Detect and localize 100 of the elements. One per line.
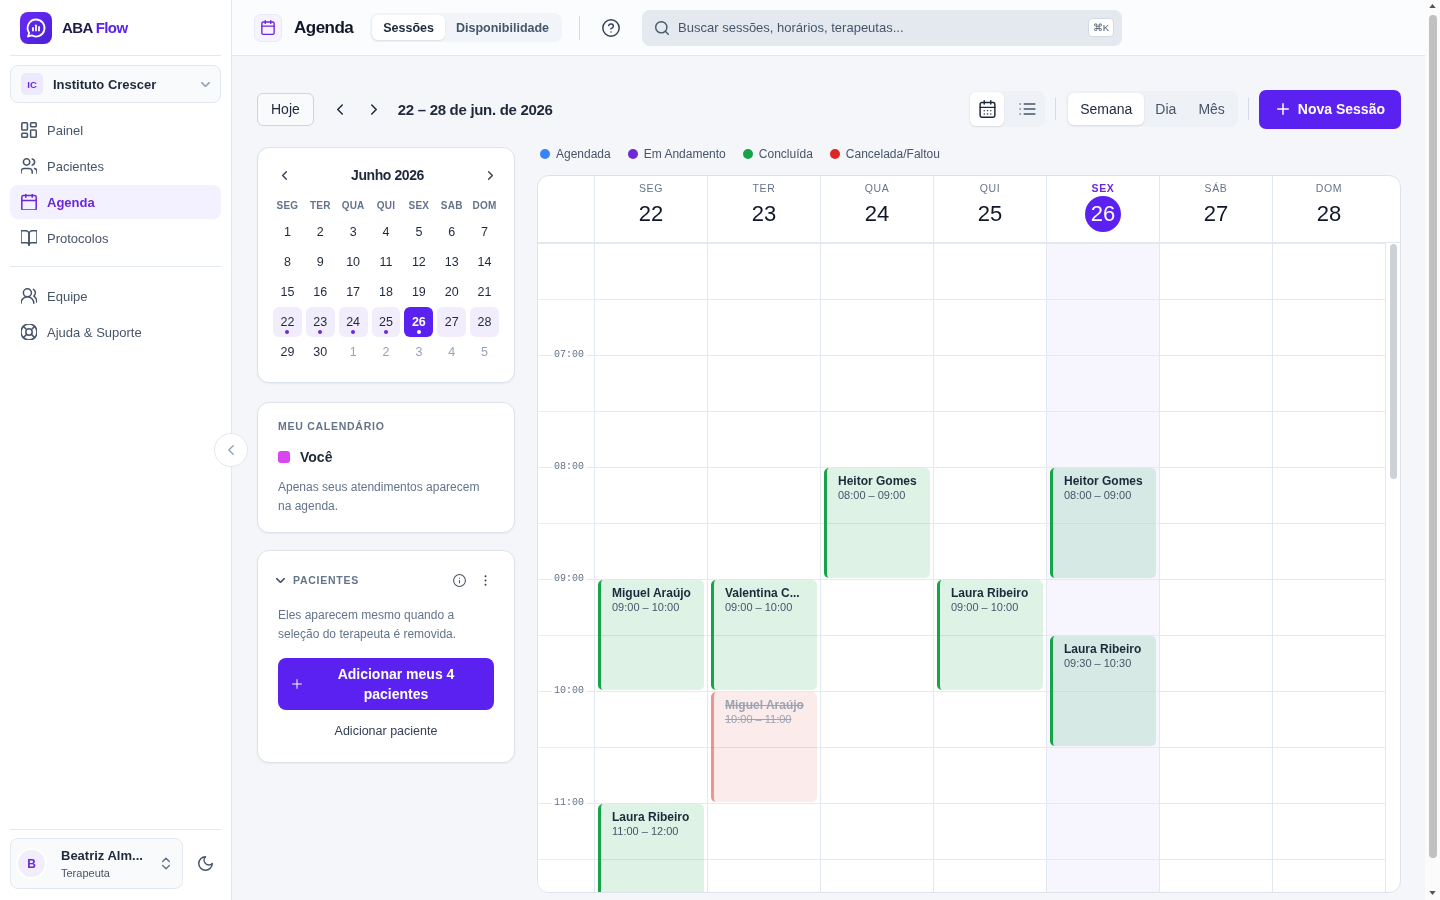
weekday-label: QUA (340, 199, 366, 213)
calendar-day[interactable]: 16 (305, 277, 335, 307)
chevron-left-icon[interactable] (282, 170, 287, 180)
calendar-day[interactable]: 12 (404, 247, 434, 277)
weekday-label: TER (752, 182, 776, 195)
add-patients-button[interactable]: Adicionar meus 4 pacientes (278, 658, 494, 710)
organization-selector[interactable]: IC Instituto Crescer (10, 65, 221, 103)
calendar-day[interactable]: 28 (470, 307, 499, 337)
calendar-day[interactable]: 27 (437, 307, 467, 337)
session-event[interactable]: Laura Ribeiro 11:00 – 12:00 (598, 804, 704, 892)
users-icon (21, 288, 37, 304)
tab[interactable]: Sessões (372, 15, 445, 40)
logo-icon (20, 11, 52, 44)
tab[interactable]: Disponibilidade (445, 15, 561, 40)
calendar-day[interactable]: 11 (371, 247, 401, 277)
calendar-day[interactable]: 7 (470, 217, 499, 247)
nav-item[interactable]: Painel (10, 113, 221, 147)
date-number: 25 (976, 200, 1004, 228)
organization-initials: IC (21, 73, 43, 95)
nav-item[interactable]: Pacientes (10, 149, 221, 183)
legend-label: Concluída (758, 147, 813, 161)
weekday-label: SEG (638, 182, 664, 195)
weekday-label: DOM (1315, 182, 1343, 195)
user-card[interactable]: B Beatriz Alm... Terapeuta (10, 838, 183, 889)
session-event[interactable]: Laura Ribeiro 09:30 – 10:30 (1050, 636, 1156, 746)
calendar-day[interactable]: 15 (273, 277, 302, 307)
section-heading: MEU CALENDÁRIO (278, 419, 386, 433)
calendar-day[interactable]: 23 (305, 307, 335, 337)
calendar-day[interactable]: 18 (371, 277, 401, 307)
calendar-day[interactable]: 10 (338, 247, 368, 277)
search-input[interactable]: Buscar sessões, horários, terapeutas... (678, 17, 1079, 38)
calendar-day[interactable]: 26 (404, 307, 434, 337)
more-icon[interactable] (484, 574, 487, 586)
weekday-label: SEX (1091, 182, 1115, 195)
patient-name: Laura Ribeiro (951, 586, 1029, 600)
calendar-day[interactable]: 14 (470, 247, 499, 277)
calendar-day[interactable]: 2 (305, 217, 335, 247)
moon-icon[interactable] (198, 856, 213, 871)
chevron-right-icon[interactable] (370, 103, 377, 115)
chevron-right-icon[interactable] (488, 170, 493, 180)
scrollbar-thumb[interactable] (1428, 15, 1437, 858)
session-event[interactable]: Heitor Gomes 08:00 – 09:00 (1050, 468, 1156, 578)
weekday-label: SEG (275, 199, 300, 213)
weekday-label: SEX (407, 199, 431, 213)
calendar-day[interactable]: 25 (371, 307, 401, 337)
calendar-day[interactable]: 5 (404, 217, 434, 247)
scroll-down-icon[interactable] (1429, 891, 1436, 895)
view-tab[interactable]: Dia (1144, 93, 1188, 125)
calendar-day[interactable]: 30 (305, 337, 335, 367)
new-session-button[interactable]: Nova Sessão (1258, 89, 1401, 129)
calendar-day[interactable]: 1 (273, 217, 302, 247)
calendar-day[interactable]: 22 (273, 307, 302, 337)
nav-item[interactable]: Ajuda & Suporte (10, 315, 221, 349)
date-range: 22 – 28 de jun. de 2026 (397, 100, 553, 118)
view-tab[interactable]: Semana (1068, 93, 1145, 125)
session-time: 08:00 – 09:00 (838, 488, 906, 503)
chevron-left-icon[interactable] (336, 103, 343, 115)
session-event[interactable]: Miguel Araújo 09:00 – 10:00 (598, 580, 704, 690)
view-tab[interactable]: Mês (1187, 93, 1236, 125)
calendar-day[interactable]: 13 (437, 247, 467, 277)
user-name: Beatriz Alm... (61, 848, 144, 863)
calendar-day[interactable]: 3 (338, 217, 368, 247)
legend-label: Agendada (556, 147, 611, 161)
session-event[interactable]: Laura Ribeiro 09:00 – 10:00 (937, 580, 1043, 690)
today-button[interactable]: Hoje (257, 92, 314, 126)
chevron-down-icon[interactable] (276, 577, 285, 583)
calendar-day[interactable]: 4 (371, 217, 401, 247)
nav-item[interactable]: Agenda (10, 185, 221, 219)
nav-item[interactable]: Equipe (10, 279, 221, 313)
scrollbar-thumb[interactable] (1390, 244, 1397, 479)
patient-name: Laura Ribeiro (1064, 642, 1142, 656)
calendar-icon (978, 100, 996, 118)
date-number: 27 (1202, 200, 1230, 228)
calendar-day[interactable]: 17 (338, 277, 368, 307)
add-patient-link[interactable]: Adicionar paciente (334, 722, 438, 740)
calendar-icon (21, 194, 37, 210)
calendar-day[interactable]: 8 (273, 247, 302, 277)
session-event[interactable]: Valentina C... 09:00 – 10:00 (711, 580, 817, 690)
calendar-day[interactable]: 24 (338, 307, 368, 337)
calendar-name: Você (300, 449, 333, 465)
help-icon[interactable] (602, 18, 621, 37)
scroll-up-icon[interactable] (1429, 4, 1436, 8)
help-text: Eles aparecem mesmo quando a seleção do terapeuta é removida. (278, 607, 458, 643)
calendar-day[interactable]: 29 (273, 337, 302, 367)
calendar-day[interactable]: 19 (404, 277, 434, 307)
nav-item[interactable]: Protocolos (10, 221, 221, 255)
patient-name: Miguel Araújo (612, 586, 691, 600)
calendar-day[interactable]: 20 (437, 277, 467, 307)
user-role: Terapeuta (61, 867, 111, 879)
layout-toggle[interactable] (970, 92, 1005, 126)
patient-name: Miguel Araújo (725, 698, 804, 712)
search-bar[interactable]: Buscar sessões, horários, terapeutas... ⌘K (642, 9, 1123, 46)
session-event[interactable]: Heitor Gomes 08:00 – 09:00 (824, 468, 930, 578)
info-icon[interactable] (453, 573, 466, 587)
calendar-day[interactable]: 21 (470, 277, 499, 307)
session-time: 08:00 – 09:00 (1064, 488, 1132, 503)
calendar-day[interactable]: 9 (305, 247, 335, 277)
calendar-day[interactable]: 6 (437, 217, 467, 247)
chevron-left-icon (228, 445, 234, 455)
brand-name: ABA Flow (62, 19, 128, 36)
